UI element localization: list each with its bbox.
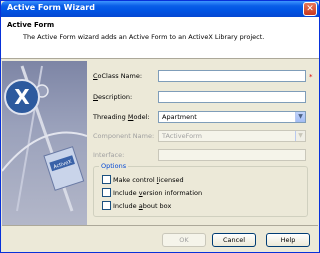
include-version-info-checkbox[interactable]	[102, 188, 111, 197]
threading-model-select[interactable]: Apartment ▼	[158, 111, 306, 123]
ok-button[interactable]: OK	[162, 233, 206, 247]
include-version-info-label[interactable]: Include version information	[113, 189, 202, 197]
options-legend: Options	[99, 162, 129, 170]
close-button[interactable]: ✕	[303, 2, 317, 16]
interface-label: Interface:	[93, 151, 125, 159]
threading-model-value: Apartment	[162, 113, 197, 121]
help-button[interactable]: Help	[266, 233, 310, 247]
cancel-button[interactable]: Cancel	[212, 233, 256, 247]
wizard-window: Active Form Wizard ✕ Active Form The Act…	[0, 0, 320, 253]
make-control-licensed-label[interactable]: Make control licensed	[113, 176, 184, 184]
logo-letter: X	[14, 85, 30, 109]
description-input[interactable]	[158, 91, 306, 103]
required-marker: *	[309, 73, 313, 81]
title-bar[interactable]: Active Form Wizard ✕	[1, 1, 319, 17]
coclass-label: CoClass Name:	[93, 72, 143, 80]
header-description: The Active Form wizard adds an Active Fo…	[23, 33, 265, 41]
component-name-select: TActiveForm ▼	[158, 130, 306, 142]
coclass-name-input[interactable]	[158, 70, 306, 82]
window-title: Active Form Wizard	[7, 3, 95, 12]
component-name-label: Component Name:	[93, 132, 155, 140]
header-title: Active Form	[7, 21, 55, 29]
component-name-value: TActiveForm	[162, 132, 202, 140]
close-icon: ✕	[306, 4, 314, 14]
footer-divider	[2, 225, 318, 226]
chevron-down-icon: ▼	[295, 131, 305, 141]
wizard-header: Active Form The Active Form wizard adds …	[1, 17, 319, 59]
wizard-side-image: X ActiveX	[2, 61, 87, 225]
chevron-down-icon[interactable]: ▼	[295, 112, 305, 122]
include-about-box-label[interactable]: Include about box	[113, 202, 171, 210]
activex-logo-icon: X ActiveX	[2, 65, 87, 212]
make-control-licensed-checkbox[interactable]	[102, 175, 111, 184]
interface-input	[158, 149, 306, 161]
description-label: Description:	[93, 93, 133, 101]
threading-model-label: Threading Model:	[93, 113, 150, 121]
include-about-box-checkbox[interactable]	[102, 201, 111, 210]
